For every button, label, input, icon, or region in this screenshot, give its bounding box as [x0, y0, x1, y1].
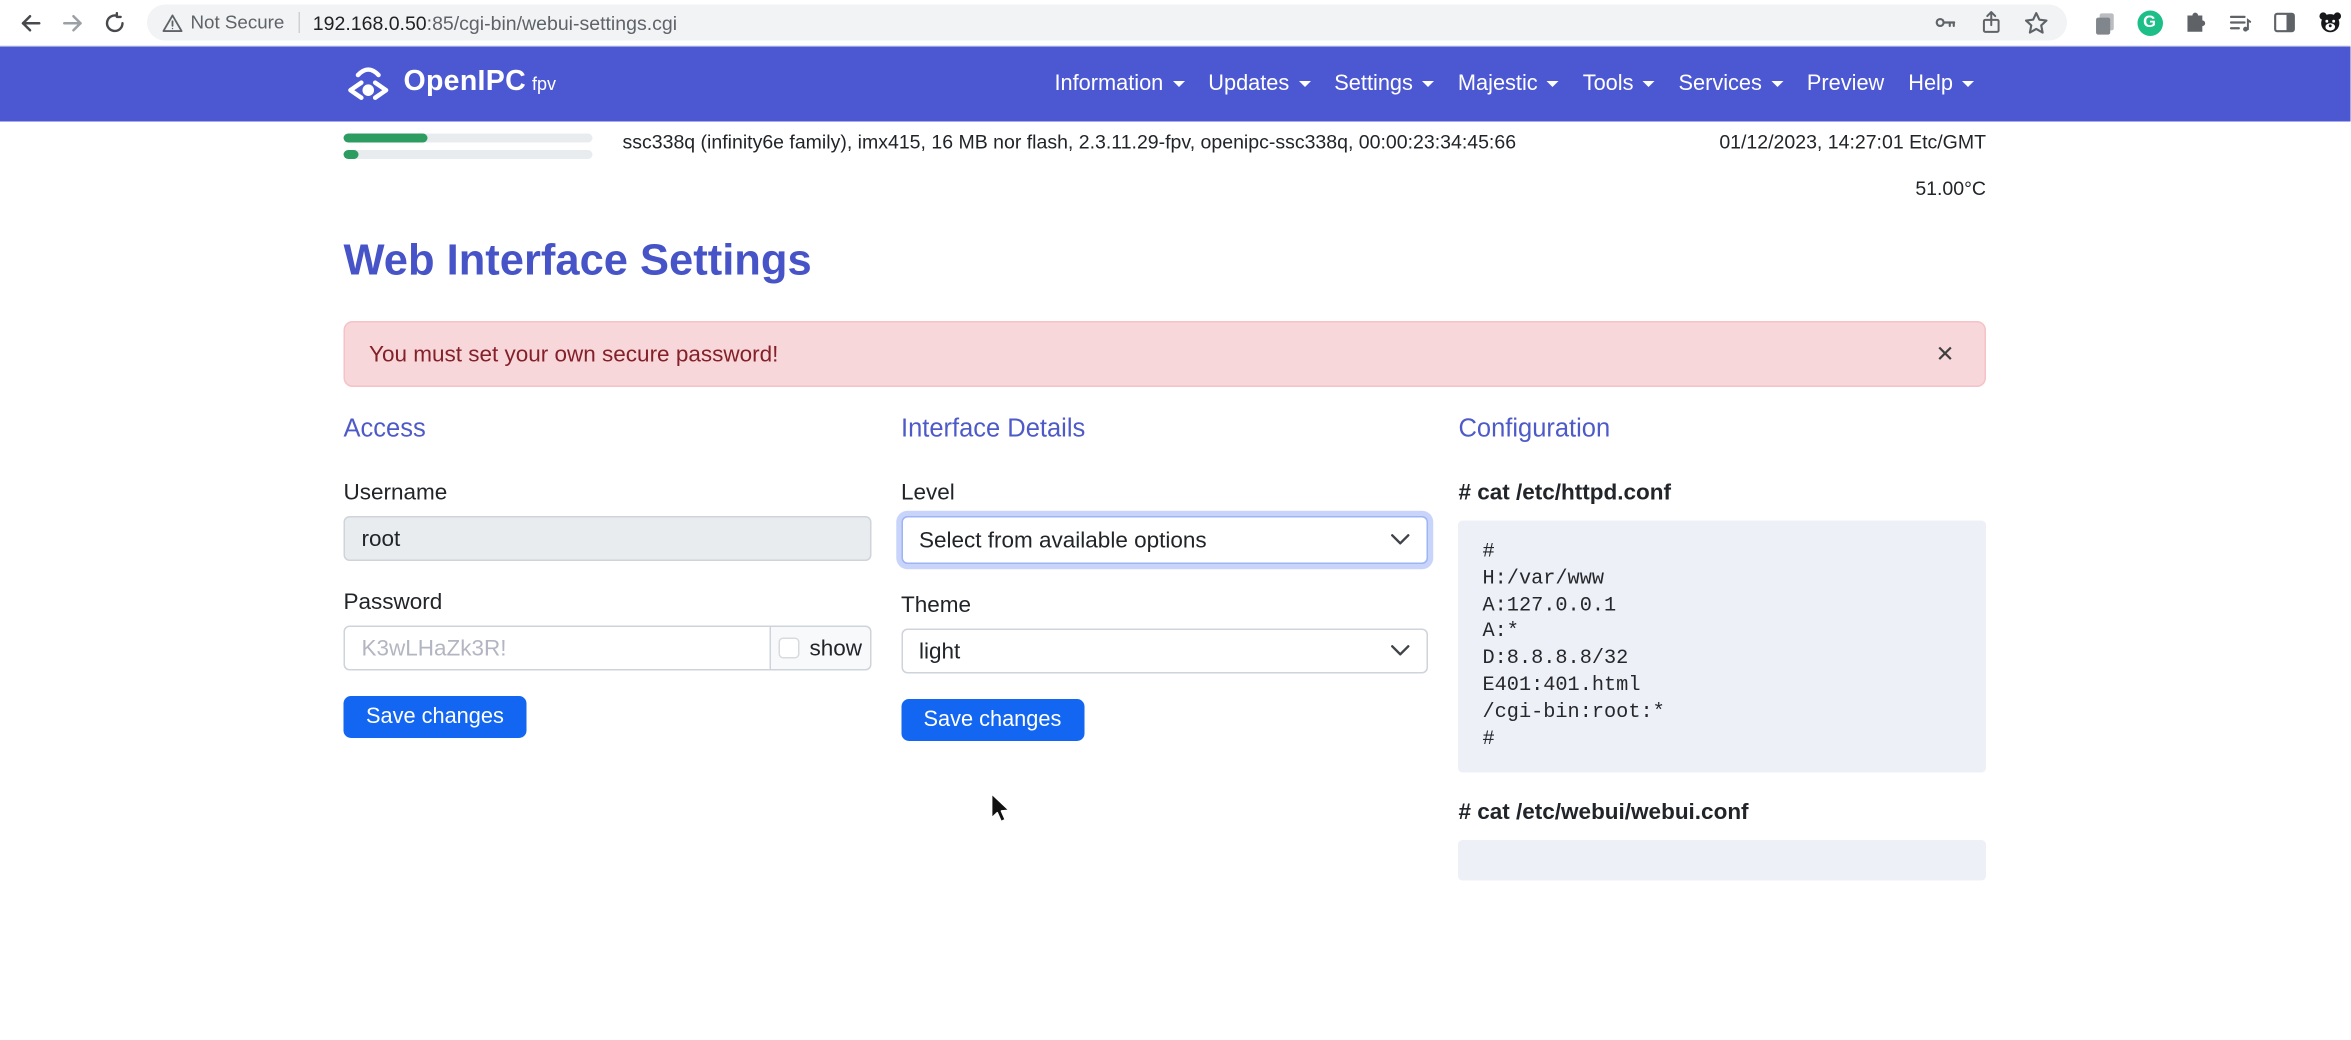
nav-updates[interactable]: Updates: [1196, 72, 1322, 96]
share-icon[interactable]: [1974, 8, 2007, 38]
password-warning-alert: You must set your own secure password! ✕: [344, 321, 1987, 387]
caret-down-icon: [1642, 81, 1654, 87]
theme-label: Theme: [901, 593, 1429, 619]
extensions-puzzle-icon[interactable]: [2177, 5, 2213, 41]
chevron-down-icon: [1391, 645, 1411, 657]
interface-details-heading: Interface Details: [901, 414, 1429, 444]
url-host: 192.168.0.50: [313, 11, 427, 34]
copy-docs-extension-icon[interactable]: [2087, 5, 2123, 41]
grammarly-g: G: [2137, 10, 2163, 36]
progress-fill-top: [344, 134, 429, 143]
reload-icon: [103, 11, 126, 34]
saved-passwords-key-icon[interactable]: [1929, 8, 1962, 38]
address-bar[interactable]: Not Secure 192.168.0.50:85/cgi-bin/webui…: [147, 5, 2067, 41]
page-title: Web Interface Settings: [344, 237, 1987, 287]
top-navbar: OpenIPC fpv Information Updates Settings…: [0, 47, 2351, 122]
browser-chrome: Not Secure 192.168.0.50:85/cgi-bin/webui…: [0, 0, 2351, 47]
alert-close-icon[interactable]: ✕: [1930, 337, 1961, 372]
access-save-button[interactable]: Save changes: [344, 696, 527, 738]
nav-menu: Information Updates Settings Majestic To…: [1042, 72, 1986, 96]
brand-name: OpenIPC: [404, 66, 526, 99]
show-password-checkbox[interactable]: [778, 638, 799, 659]
chevron-down-icon: [1391, 534, 1411, 546]
progress-fill-bottom: [344, 150, 359, 159]
show-password-addon: show: [769, 626, 871, 671]
nav-preview[interactable]: Preview: [1795, 72, 1896, 96]
browser-forward-button[interactable]: [54, 5, 90, 41]
level-label: Level: [901, 480, 1429, 506]
httpd-conf-content: # H:/var/www A:127.0.0.1 A:* D:8.8.8.8/3…: [1458, 521, 1985, 774]
webui-conf-content: [1458, 841, 1985, 882]
caret-down-icon: [1547, 81, 1559, 87]
browser-reload-button[interactable]: [96, 5, 132, 41]
theme-select[interactable]: light: [901, 629, 1429, 674]
resource-progress-bars: [344, 131, 593, 167]
interface-details-section: Interface Details Level Select from avai…: [901, 414, 1429, 881]
status-strip: ssc338q (infinity6e family), imx415, 16 …: [344, 122, 1987, 200]
url-text[interactable]: 192.168.0.50:85/cgi-bin/webui-settings.c…: [313, 11, 677, 34]
security-label[interactable]: Not Secure: [191, 12, 285, 33]
progress-track-bottom: [344, 150, 593, 159]
httpd-conf-command: # cat /etc/httpd.conf: [1458, 480, 1985, 506]
temperature-text: 51.00°C: [344, 177, 1987, 200]
grammarly-extension-icon[interactable]: G: [2132, 5, 2168, 41]
main-content: Web Interface Settings You must set your…: [344, 237, 1987, 881]
caret-down-icon: [1771, 81, 1783, 87]
playlist-extension-icon[interactable]: [2222, 5, 2258, 41]
datetime-text: 01/12/2023, 14:27:01 Etc/GMT: [1719, 131, 1986, 154]
screenshot-root: Not Secure 192.168.0.50:85/cgi-bin/webui…: [0, 0, 2351, 1040]
interface-save-button[interactable]: Save changes: [901, 699, 1084, 741]
webui-conf-command: # cat /etc/webui/webui.conf: [1458, 800, 1985, 826]
omnibox-divider: [298, 12, 300, 33]
nav-majestic[interactable]: Majestic: [1446, 72, 1571, 96]
caret-down-icon: [1962, 81, 1974, 87]
device-info-text: ssc338q (infinity6e family), imx415, 16 …: [623, 131, 1517, 154]
nav-information[interactable]: Information: [1042, 72, 1196, 96]
password-label: Password: [344, 590, 871, 616]
dog-extension-icon[interactable]: [2312, 5, 2348, 41]
progress-track-top: [344, 134, 593, 143]
extensions-row: G ⋮: [2082, 5, 2351, 41]
password-input[interactable]: [344, 626, 771, 671]
access-section: Access Username Password show Save chang…: [344, 414, 871, 881]
not-secure-warning-icon: [162, 13, 183, 33]
username-input[interactable]: [344, 516, 871, 561]
nav-help[interactable]: Help: [1896, 72, 1986, 96]
reading-mode-extension-icon[interactable]: [2267, 5, 2303, 41]
nav-tools[interactable]: Tools: [1571, 72, 1667, 96]
configuration-heading: Configuration: [1458, 414, 1985, 444]
back-arrow-icon: [19, 11, 42, 34]
browser-back-button[interactable]: [12, 5, 48, 41]
caret-down-icon: [1298, 81, 1310, 87]
openipc-logo-icon: [344, 66, 394, 102]
caret-down-icon: [1422, 81, 1434, 87]
access-heading: Access: [344, 414, 871, 444]
brand-suffix: fpv: [532, 74, 556, 95]
openipc-brand[interactable]: OpenIPC fpv: [344, 66, 556, 102]
username-label: Username: [344, 480, 871, 506]
bookmark-star-icon[interactable]: [2019, 8, 2052, 38]
show-password-label: show: [809, 635, 862, 661]
nav-settings[interactable]: Settings: [1322, 72, 1446, 96]
caret-down-icon: [1172, 81, 1184, 87]
url-path: :85/cgi-bin/webui-settings.cgi: [427, 11, 677, 34]
nav-services[interactable]: Services: [1666, 72, 1794, 96]
forward-arrow-icon: [61, 11, 84, 34]
configuration-section: Configuration # cat /etc/httpd.conf # H:…: [1458, 414, 1985, 881]
alert-message: You must set your own secure password!: [369, 341, 778, 367]
level-select[interactable]: Select from available options: [901, 516, 1429, 564]
